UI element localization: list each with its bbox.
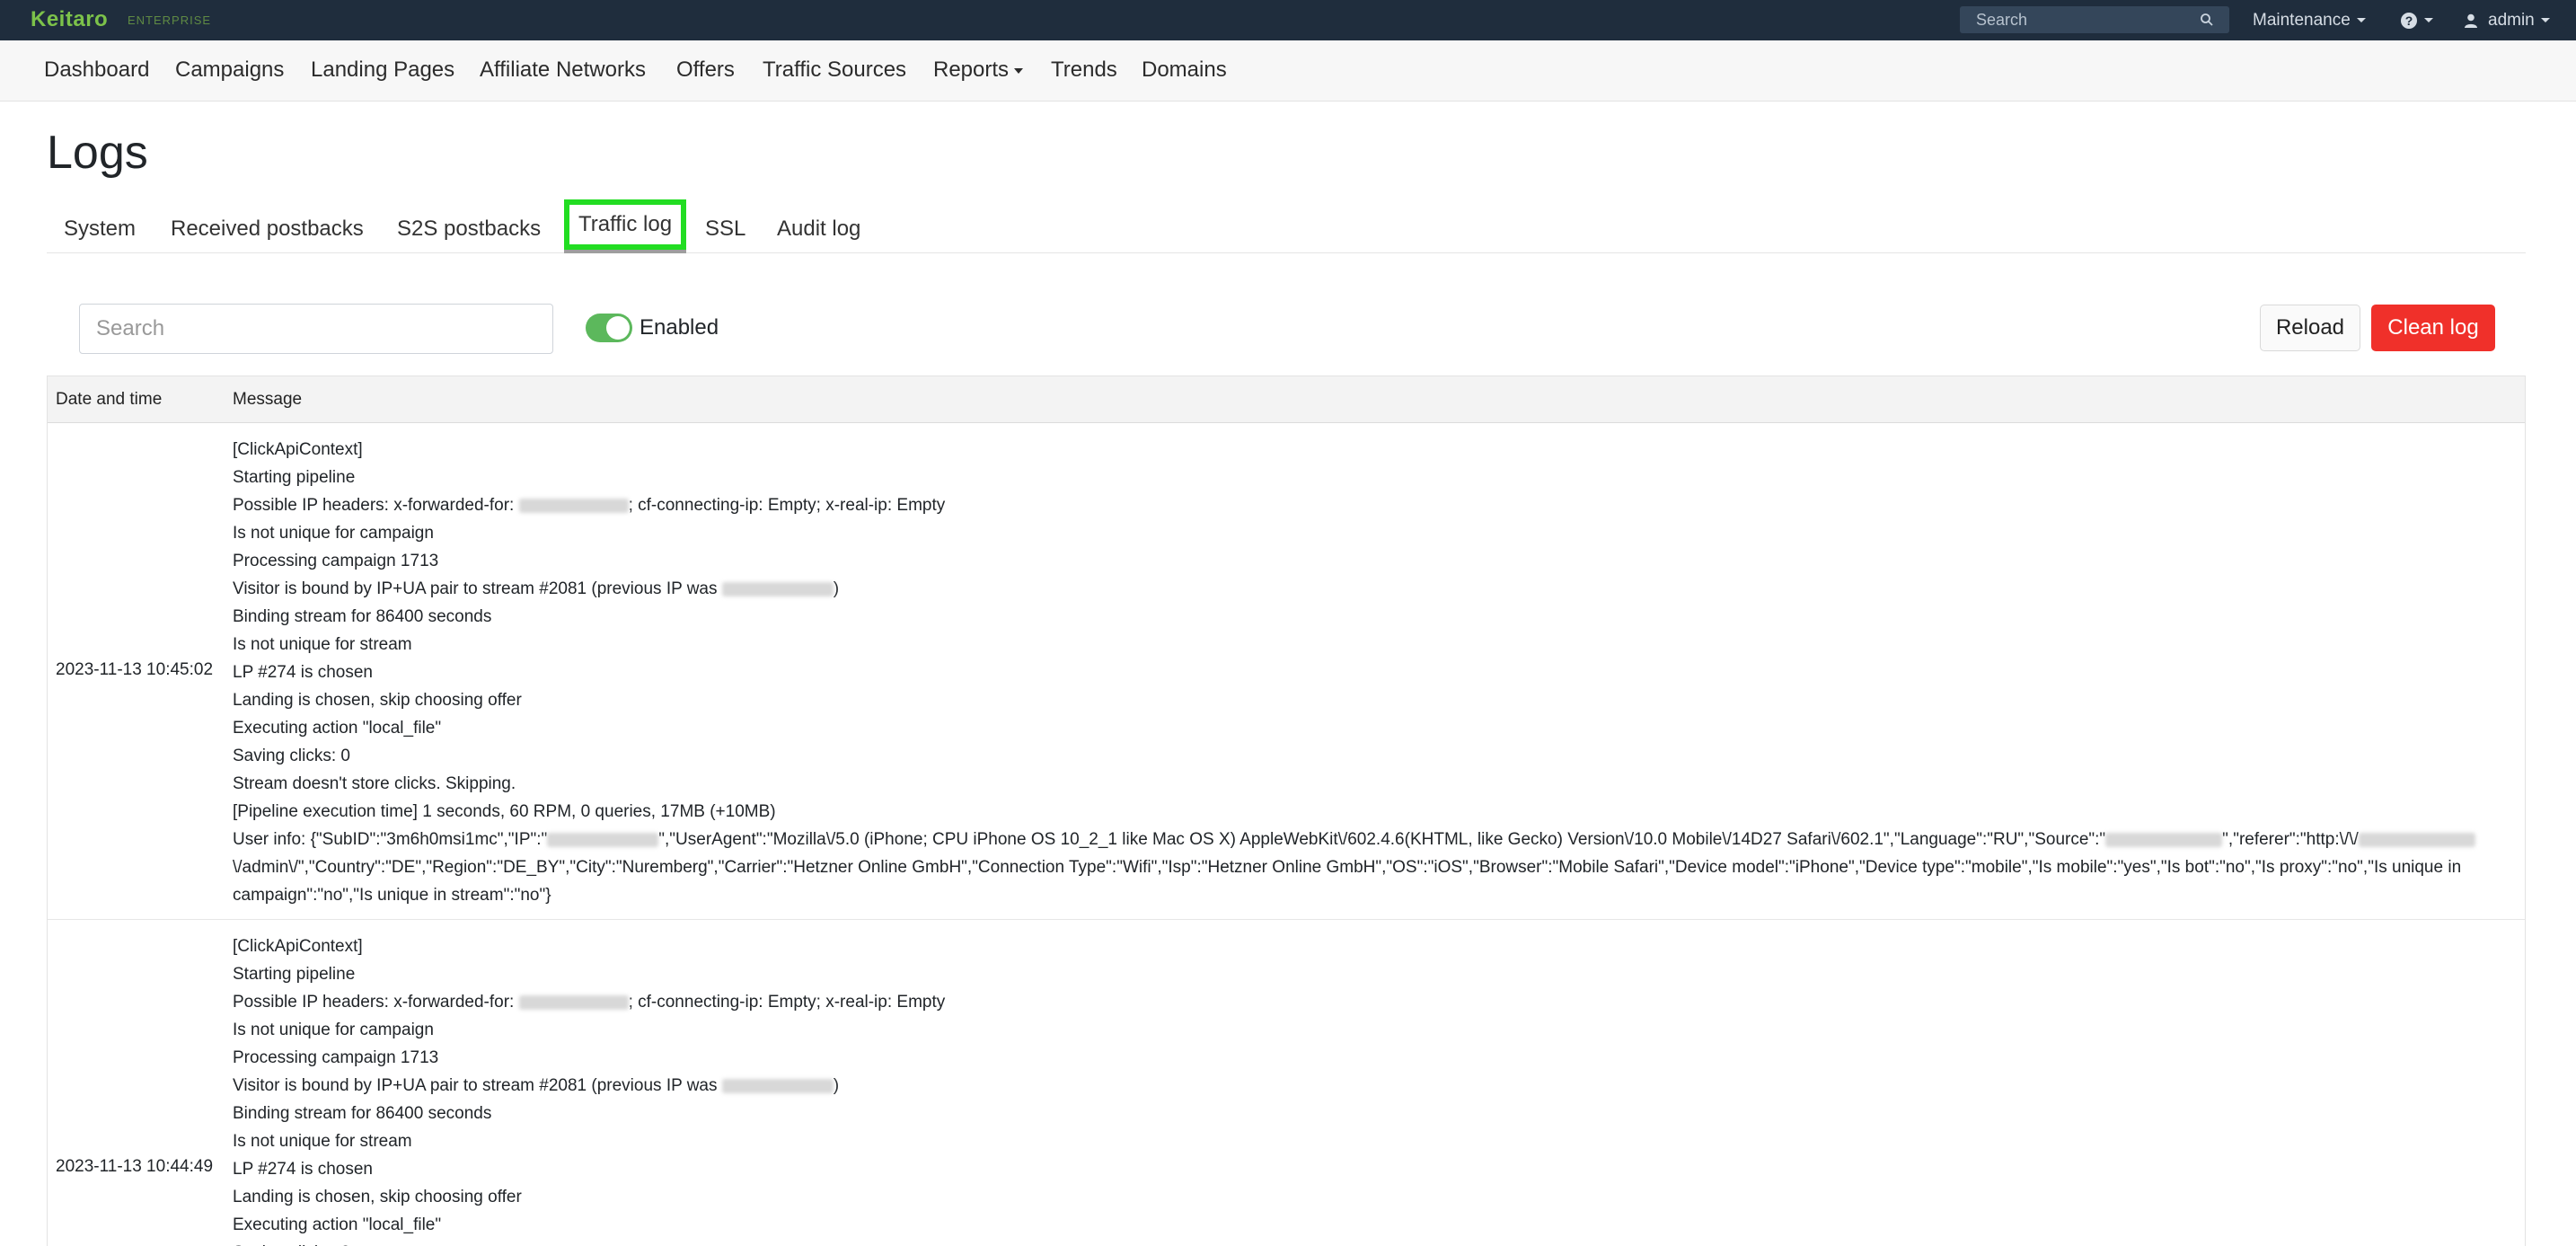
brand-edition: ENTERPRISE xyxy=(128,13,212,27)
log-search xyxy=(79,304,553,354)
log-search-input[interactable] xyxy=(80,305,552,353)
log-line: Is not unique for campaign xyxy=(233,524,434,543)
page-title: Logs xyxy=(47,127,148,179)
reload-button[interactable]: Reload xyxy=(2260,305,2360,351)
log-line: Possible IP headers: x-forwarded-for: ; … xyxy=(233,993,946,1012)
table-header: Date and time Message xyxy=(48,376,2525,423)
log-line: Saving clicks: 0 xyxy=(233,747,350,765)
chevron-down-icon xyxy=(2356,18,2366,22)
log-line: [ClickApiContext] xyxy=(233,937,363,956)
nav-traffic-sources[interactable]: Traffic Sources xyxy=(763,57,906,83)
row-datetime: 2023-11-13 10:44:49 xyxy=(56,1157,214,1176)
log-line: Possible IP headers: x-forwarded-for: ; … xyxy=(233,496,946,515)
log-line: Processing campaign 1713 xyxy=(233,1048,439,1067)
log-line: Starting pipeline xyxy=(233,965,356,984)
redacted-ip xyxy=(721,581,834,596)
row-message: [ClickApiContext] Starting pipeline Poss… xyxy=(233,932,2478,1246)
log-line: LP #274 is chosen xyxy=(233,663,373,682)
global-search-input[interactable] xyxy=(1960,6,2193,33)
toggle-knob xyxy=(606,316,630,340)
traffic-log-table: Date and time Message 2023-11-13 10:45:0… xyxy=(47,376,2526,1246)
nav-reports[interactable]: Reports xyxy=(933,57,1024,83)
log-tabs: System Received postbacks S2S postbacks … xyxy=(47,199,2526,253)
log-line: Visitor is bound by IP+UA pair to stream… xyxy=(233,1076,840,1095)
log-line: [ClickApiContext] xyxy=(233,440,363,459)
redacted-domain xyxy=(2358,832,2475,847)
table-row: 2023-11-13 10:44:49 [ClickApiContext] St… xyxy=(48,920,2525,1246)
help-menu[interactable]: ? xyxy=(2400,0,2433,40)
redacted-ip xyxy=(518,994,629,1010)
user-label: admin xyxy=(2488,10,2535,30)
user-icon xyxy=(2465,13,2477,28)
enabled-toggle[interactable] xyxy=(586,314,632,342)
tab-received-postbacks[interactable]: Received postbacks xyxy=(171,205,364,253)
table-row: 2023-11-13 10:45:02 [ClickApiContext] St… xyxy=(48,423,2525,920)
global-search xyxy=(1960,6,2229,33)
log-line: Is not unique for stream xyxy=(233,635,412,654)
log-line: Visitor is bound by IP+UA pair to stream… xyxy=(233,579,840,598)
nav-trends[interactable]: Trends xyxy=(1051,57,1117,83)
svg-text:?: ? xyxy=(2405,13,2413,28)
header-datetime: Date and time xyxy=(56,390,163,409)
maintenance-label: Maintenance xyxy=(2253,10,2351,30)
header-message: Message xyxy=(233,390,303,409)
top-bar: Keitaro ENTERPRISE Maintenance ? admin xyxy=(0,0,2576,40)
log-line: Is not unique for campaign xyxy=(233,1021,434,1039)
chevron-down-icon xyxy=(2424,18,2433,22)
nav-landing-pages[interactable]: Landing Pages xyxy=(311,57,454,83)
tab-traffic-log[interactable]: Traffic log xyxy=(564,199,687,253)
nav-dashboard[interactable]: Dashboard xyxy=(44,57,149,83)
enabled-label: Enabled xyxy=(640,315,719,340)
nav-domains[interactable]: Domains xyxy=(1142,57,1227,83)
log-line: Stream doesn't store clicks. Skipping. xyxy=(233,774,516,793)
maintenance-menu[interactable]: Maintenance xyxy=(2253,0,2366,40)
chevron-down-icon xyxy=(2540,18,2550,22)
log-line: Binding stream for 86400 seconds xyxy=(233,1104,492,1123)
log-user-info: User info: {"SubID":"3m6h0msi1mc","IP":"… xyxy=(233,826,2478,909)
row-message: [ClickApiContext] Starting pipeline Poss… xyxy=(233,436,2478,909)
log-line: [Pipeline execution time] 1 seconds, 60 … xyxy=(233,802,776,821)
log-line: Starting pipeline xyxy=(233,468,356,487)
redacted-ip xyxy=(721,1078,834,1093)
tab-ssl[interactable]: SSL xyxy=(705,205,745,253)
log-line: Binding stream for 86400 seconds xyxy=(233,607,492,626)
log-line: Processing campaign 1713 xyxy=(233,552,439,570)
user-menu[interactable]: admin xyxy=(2463,0,2550,40)
log-line: Is not unique for stream xyxy=(233,1132,412,1151)
log-line: Saving clicks: 0 xyxy=(233,1239,2478,1246)
chevron-down-icon xyxy=(1014,67,1024,74)
nav-offers[interactable]: Offers xyxy=(676,57,735,83)
log-line: Landing is chosen, skip choosing offer xyxy=(233,691,522,710)
tab-audit-log[interactable]: Audit log xyxy=(777,205,860,253)
nav-campaigns[interactable]: Campaigns xyxy=(175,57,284,83)
main-nav: Dashboard Campaigns Landing Pages Affili… xyxy=(0,40,2576,102)
help-icon: ? xyxy=(2401,12,2417,29)
clean-log-button[interactable]: Clean log xyxy=(2371,305,2495,351)
nav-reports-label: Reports xyxy=(933,57,1010,82)
tab-s2s-postbacks[interactable]: S2S postbacks xyxy=(397,205,541,253)
redacted-source xyxy=(2105,832,2223,847)
redacted-ip xyxy=(518,498,629,513)
log-line: Landing is chosen, skip choosing offer xyxy=(233,1188,522,1206)
nav-affiliate-networks[interactable]: Affiliate Networks xyxy=(480,57,646,83)
row-datetime: 2023-11-13 10:45:02 xyxy=(56,660,214,679)
log-line: Executing action "local_file" xyxy=(233,1215,442,1234)
log-line: LP #274 is chosen xyxy=(233,1160,373,1179)
tab-system[interactable]: System xyxy=(64,205,136,253)
brand-logo[interactable]: Keitaro xyxy=(31,7,108,32)
search-icon[interactable] xyxy=(2200,13,2214,27)
log-line: Executing action "local_file" xyxy=(233,719,442,738)
redacted-ip xyxy=(547,832,659,847)
